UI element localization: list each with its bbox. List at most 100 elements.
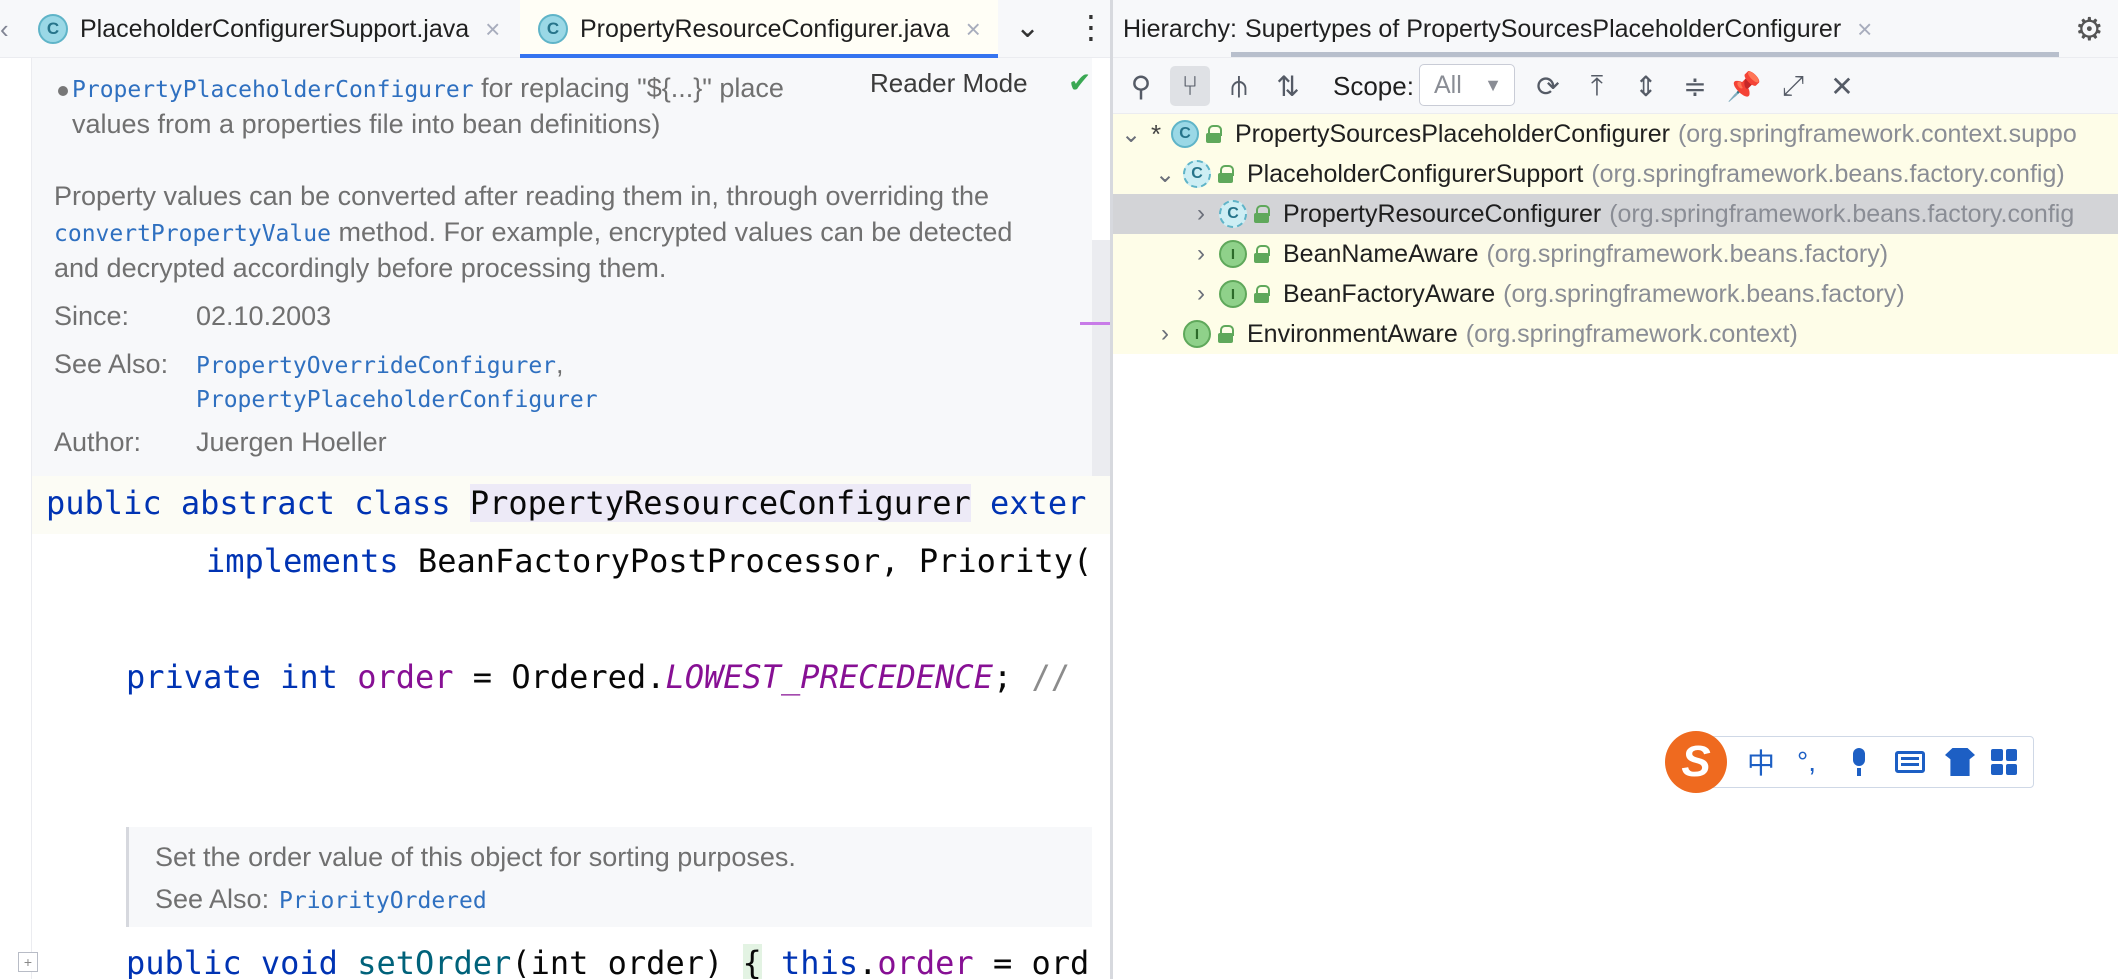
doc-paragraph-line: Property values can be converted after r…	[54, 181, 990, 211]
doc-bullet-line: PropertyPlaceholderConfigurer for replac…	[72, 73, 784, 103]
tree-node[interactable]: ⌄ * C PropertySourcesPlaceholderConfigur…	[1113, 114, 2118, 154]
editor-gutter[interactable]	[0, 58, 32, 979]
scope-label: Scope:	[1333, 71, 1414, 101]
fold-icon[interactable]: +	[18, 952, 38, 972]
code-line-set-order[interactable]: public void setOrder(int order) { this.o…	[126, 944, 1089, 979]
public-visibility-icon	[1217, 165, 1235, 183]
abstract-class-icon: C	[1219, 200, 1247, 228]
tree-node[interactable]: › I BeanFactoryAware (org.springframewor…	[1113, 274, 2118, 314]
author-label: Author:	[54, 427, 142, 457]
interface-icon: I	[1219, 240, 1247, 268]
tab-label: Supertypes of PropertySourcesPlaceholder…	[1245, 14, 1842, 43]
reader-mode-button[interactable]: Reader Mode	[870, 68, 1028, 99]
chevron-down-icon[interactable]: ⌄	[1117, 120, 1145, 149]
supertypes-hierarchy-icon[interactable]: ⑂	[1170, 66, 1210, 106]
active-tab-indicator	[1231, 52, 2059, 57]
chevron-right-icon[interactable]: ›	[1151, 320, 1179, 348]
author-value: Juergen Hoeller	[196, 427, 387, 457]
chevron-right-icon[interactable]: ›	[1187, 200, 1215, 228]
more-options-icon[interactable]: ⋮	[1075, 8, 1107, 46]
ime-language-toggle[interactable]: 中	[1747, 745, 1775, 779]
current-type-marker: *	[1150, 118, 1162, 149]
class-icon: C	[1171, 120, 1199, 148]
scroll-marker	[1080, 322, 1110, 325]
tree-node[interactable]: ⌄ C PlaceholderConfigurerSupport (org.sp…	[1113, 154, 2118, 194]
tree-node[interactable]: › I EnvironmentAware (org.springframewor…	[1113, 314, 2118, 354]
see-also-list: PriorityOrdered	[279, 881, 487, 919]
chevron-right-icon[interactable]: ›	[1187, 240, 1215, 268]
toolbox-icon[interactable]	[1991, 745, 2017, 779]
link-convert-property-value[interactable]: convertPropertyValue	[54, 221, 331, 247]
interface-icon: I	[1183, 320, 1211, 348]
scope-dropdown[interactable]: All ▼	[1419, 64, 1515, 106]
sort-alphabetically-icon[interactable]: ⇅	[1268, 66, 1308, 106]
check-icon: ✔	[1068, 67, 1092, 98]
chevron-down-icon: ▼	[1484, 75, 1502, 95]
public-visibility-icon	[1253, 245, 1271, 263]
hierarchy-toolbar: ⚲ ⑂ ⫛ ⇅ Scope: All ▼ ⟳ ⤒ ⇕ ≑ 📌 ⤢ ✕	[1113, 58, 2118, 114]
public-visibility-icon	[1253, 285, 1271, 303]
scroll-tabs-left-icon[interactable]: ‹	[0, 14, 9, 45]
ime-punctuation-toggle[interactable]: °,	[1797, 745, 1816, 779]
subtypes-hierarchy-icon[interactable]: ⫛	[1219, 66, 1259, 106]
class-icon: C	[38, 14, 68, 44]
link-property-placeholder-configurer[interactable]: PropertyPlaceholderConfigurer	[72, 77, 474, 103]
microphone-icon[interactable]	[1851, 745, 1867, 779]
sogou-logo-icon[interactable]: S	[1665, 731, 1727, 793]
close-icon[interactable]: ×	[1857, 14, 1872, 45]
tab-placeholder-configurer-support[interactable]: C PlaceholderConfigurerSupport.java ×	[38, 0, 500, 58]
doc-paragraph-line: convertPropertyValue method. For example…	[54, 217, 1013, 247]
close-icon[interactable]: ✕	[1822, 66, 1862, 106]
chevron-right-icon[interactable]: ›	[1187, 280, 1215, 308]
expand-all-icon[interactable]: ⇕	[1626, 66, 1666, 106]
skin-icon[interactable]	[1945, 745, 1975, 779]
public-visibility-icon	[1217, 325, 1235, 343]
code-line-implements[interactable]: implements BeanFactoryPostProcessor, Pri…	[206, 542, 1092, 580]
interface-icon: I	[1219, 280, 1247, 308]
hierarchy-tree: ⌄ * C PropertySourcesPlaceholderConfigur…	[1113, 114, 2118, 354]
tree-node[interactable]: › I BeanNameAware (org.springframework.b…	[1113, 234, 2118, 274]
abstract-class-icon: C	[1183, 160, 1211, 188]
tree-node-selected[interactable]: › C PropertyResourceConfigurer (org.spri…	[1113, 194, 2118, 234]
hierarchy-label: Hierarchy:	[1123, 15, 1237, 43]
code-line-class-decl[interactable]: public abstract class PropertyResourceCo…	[46, 484, 1086, 522]
bullet-icon	[58, 86, 68, 96]
tab-label: PlaceholderConfigurerSupport.java	[80, 14, 470, 43]
chevron-down-icon[interactable]: ⌄	[1015, 10, 1040, 45]
since-label: Since:	[54, 301, 130, 331]
editor-scrollbar[interactable]	[1092, 240, 1110, 488]
public-visibility-icon	[1205, 125, 1223, 143]
code-line-order-field[interactable]: private int order = Ordered.LOWEST_PRECE…	[126, 658, 1070, 696]
public-visibility-icon	[1253, 205, 1271, 223]
class-name[interactable]: PropertyResourceConfigurer	[469, 484, 971, 522]
pin-icon[interactable]: 📌	[1724, 66, 1764, 106]
ime-toolbar: S 中 °,	[1665, 731, 2034, 793]
type-hierarchy-icon[interactable]: ⚲	[1121, 66, 1161, 106]
keyboard-icon[interactable]	[1895, 745, 1925, 779]
refresh-icon[interactable]: ⟳	[1528, 66, 1568, 106]
tab-supertypes[interactable]: Supertypes of PropertySourcesPlaceholder…	[1231, 0, 1886, 58]
chevron-down-icon[interactable]: ⌄	[1151, 160, 1179, 189]
collapse-all-icon[interactable]: ≑	[1675, 66, 1715, 106]
open-in-new-window-icon[interactable]: ⤢	[1773, 66, 1813, 106]
see-also-label: See Also:	[155, 884, 270, 914]
hierarchy-tool-window: Hierarchy: Supertypes of PropertySources…	[1113, 0, 2118, 979]
export-icon[interactable]: ⤒	[1577, 66, 1617, 106]
close-icon[interactable]: ×	[966, 14, 981, 45]
hierarchy-header: Hierarchy: Supertypes of PropertySources…	[1113, 0, 2118, 58]
doc-bullet-line-2: values from a properties file into bean …	[72, 109, 661, 139]
see-also-list-2: PropertyPlaceholderConfigurer	[196, 380, 598, 418]
doc-paragraph-line: Set the order value of this object for s…	[155, 842, 796, 872]
javadoc-block-set-order: Set the order value of this object for s…	[126, 827, 1092, 927]
link-priority-ordered[interactable]: PriorityOrdered	[279, 888, 487, 914]
javadoc-block: PropertyPlaceholderConfigurer for replac…	[32, 58, 1092, 476]
see-also-label: See Also:	[54, 349, 169, 379]
gear-icon[interactable]: ⚙	[2075, 10, 2104, 48]
tab-property-resource-configurer[interactable]: C PropertyResourceConfigurer.java ×	[520, 0, 998, 58]
link-property-override-configurer[interactable]: PropertyOverrideConfigurer	[196, 353, 556, 379]
link-property-placeholder-configurer-2[interactable]: PropertyPlaceholderConfigurer	[196, 387, 598, 413]
since-value: 02.10.2003	[196, 301, 332, 331]
see-also-list: PropertyOverrideConfigurer,	[196, 349, 564, 379]
close-icon[interactable]: ×	[485, 14, 500, 45]
editor-pane: ‹ C PlaceholderConfigurerSupport.java × …	[0, 0, 1110, 979]
